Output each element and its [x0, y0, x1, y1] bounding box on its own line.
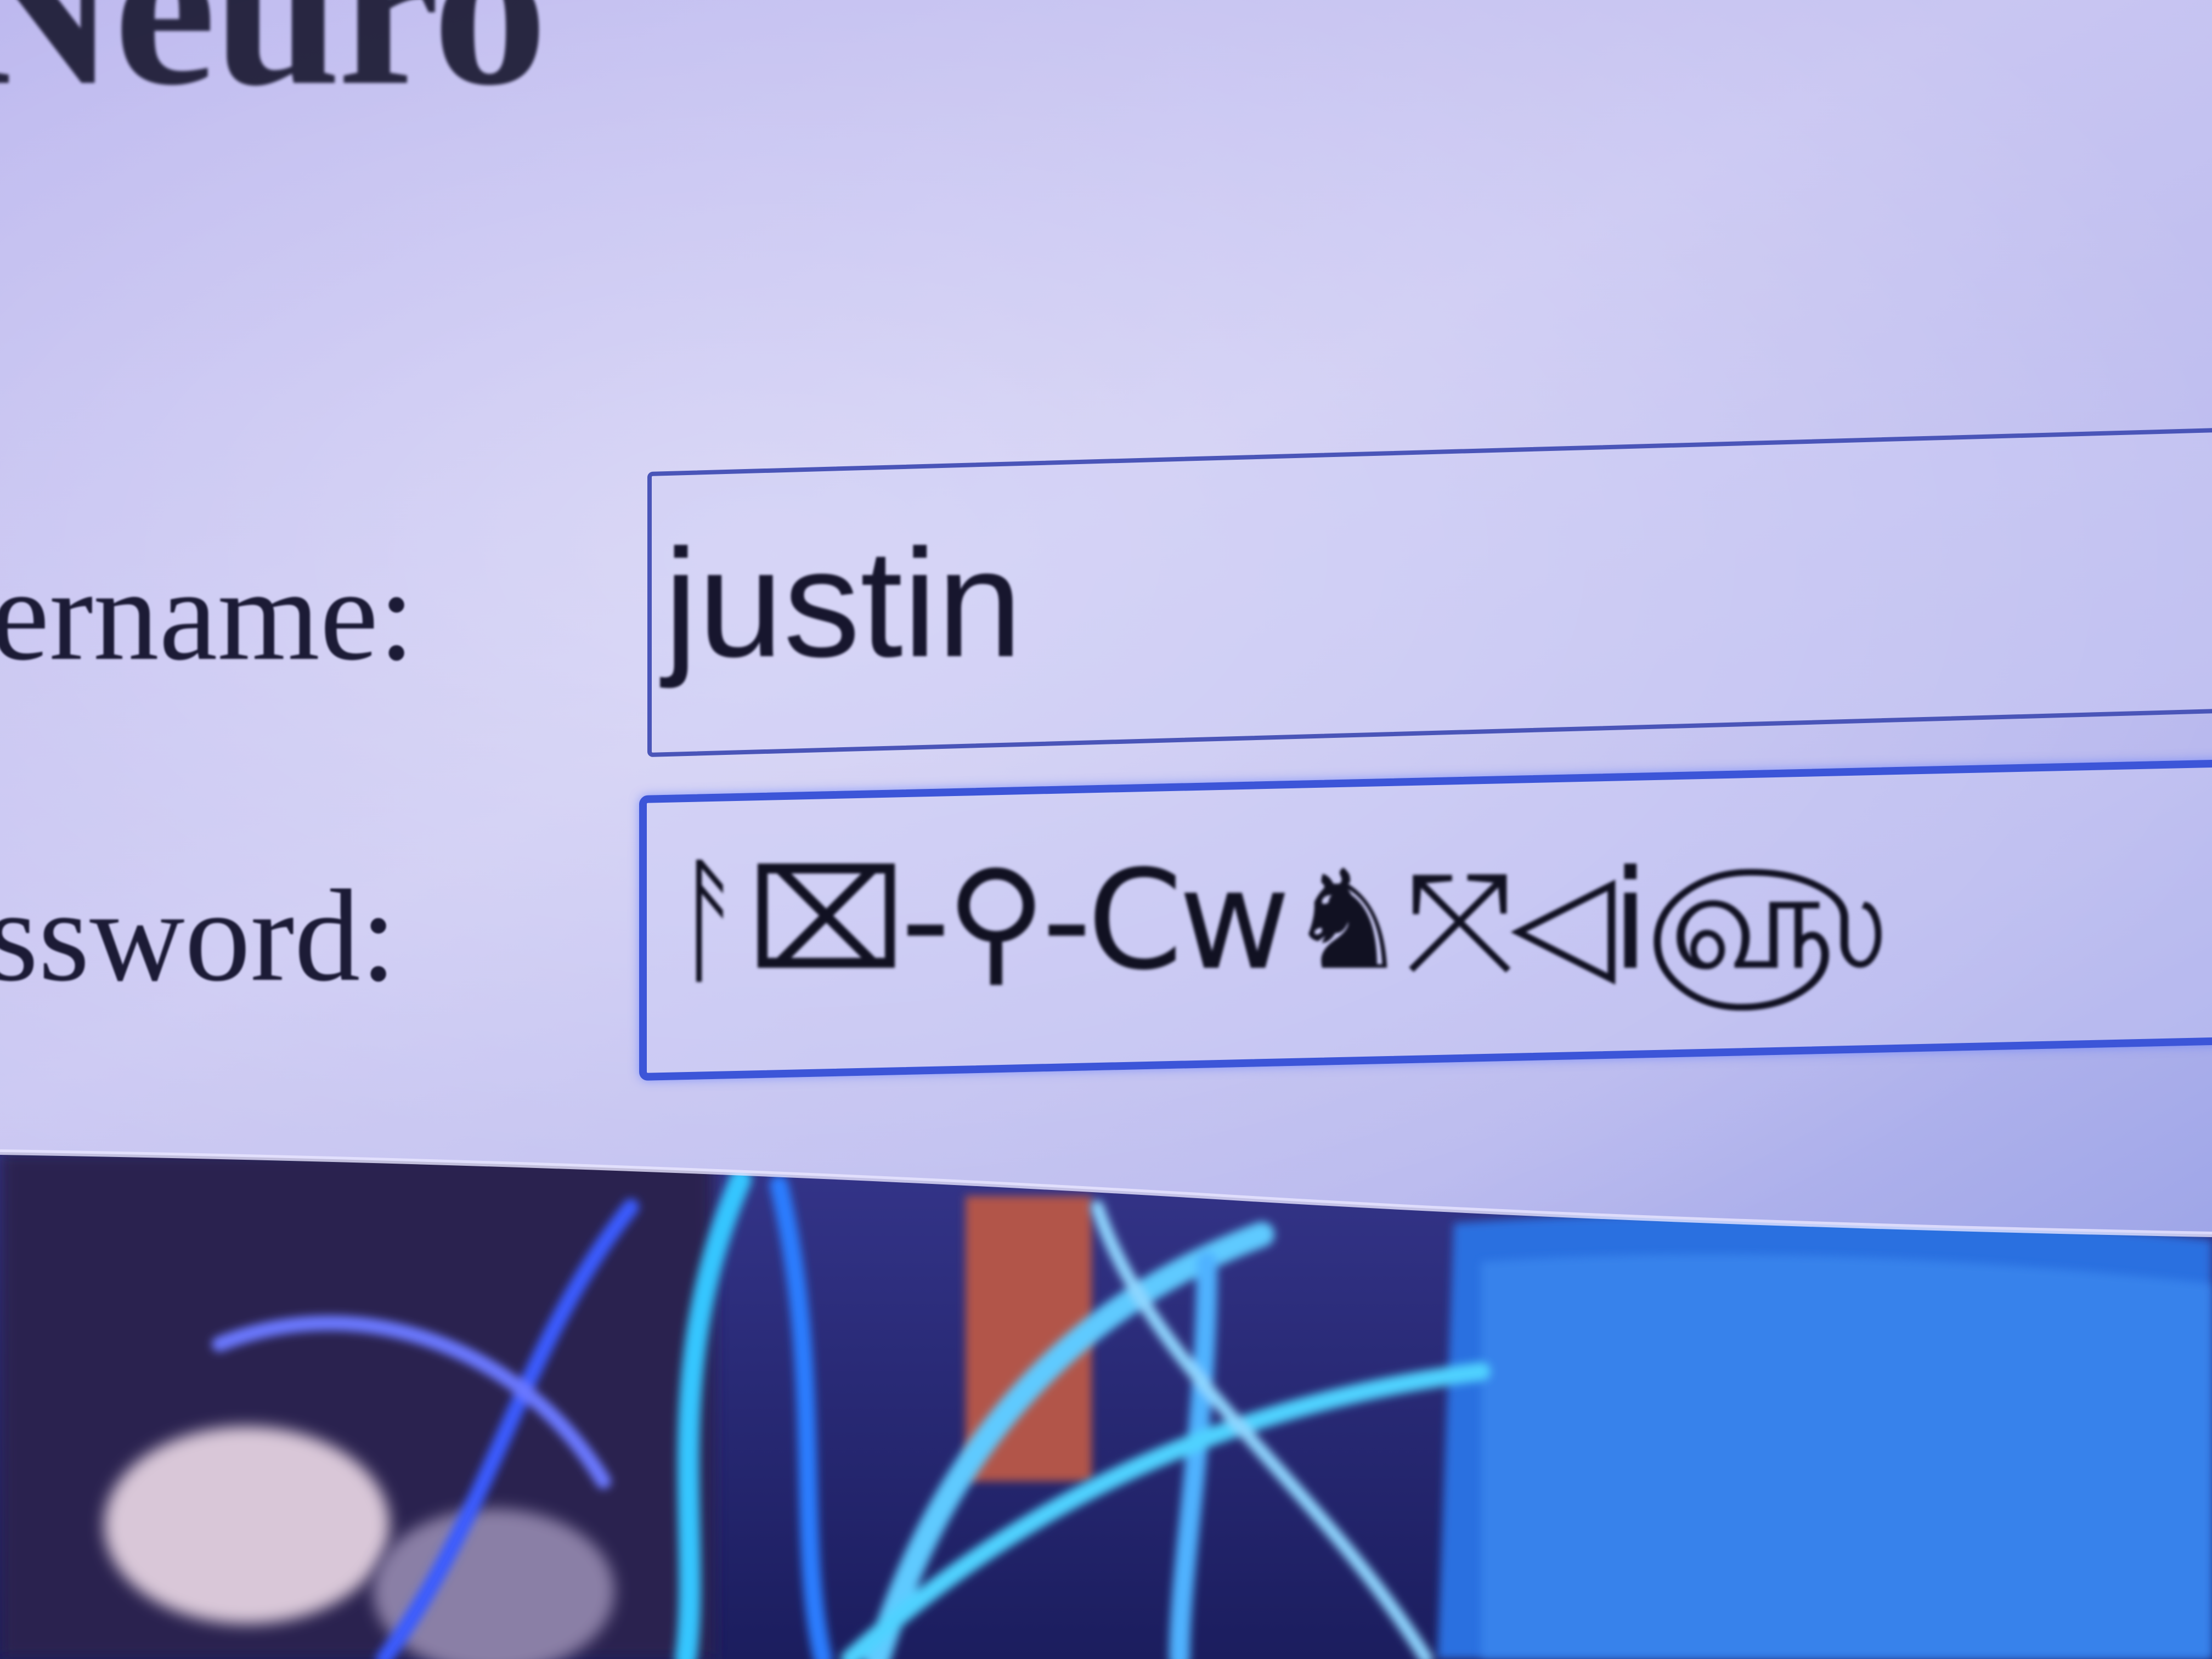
- username-value[interactable]: justin: [664, 527, 1023, 680]
- username-label: sername:: [0, 541, 415, 687]
- password-label: assword:: [0, 862, 397, 1008]
- monitor-screen: Neuro sername: justin assword: ᚨ⌧‐⚲‐Cw♞⤧…: [0, 0, 2212, 1659]
- page-title: Neuro: [0, 0, 548, 133]
- password-value[interactable]: ᚨ⌧‐⚲‐Cw♞⤧◁i௵: [669, 845, 1886, 996]
